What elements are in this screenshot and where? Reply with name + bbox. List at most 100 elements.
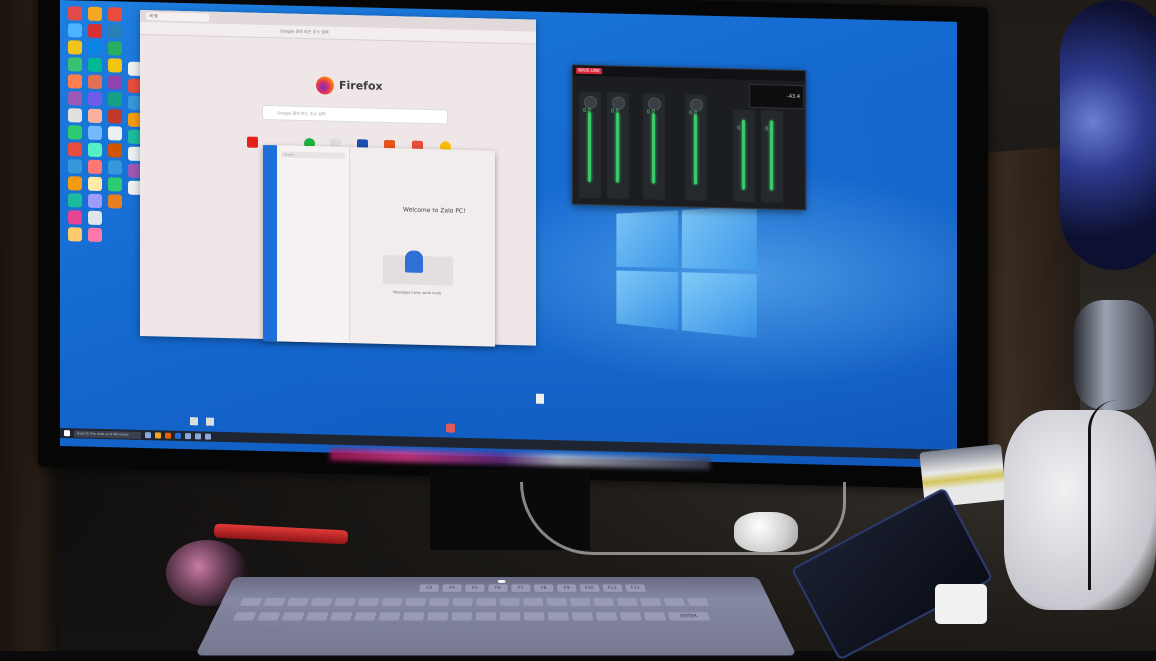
desktop-app-icon[interactable] (88, 176, 102, 192)
keyboard-key[interactable] (334, 597, 356, 606)
desktop-app-icon[interactable] (88, 108, 102, 124)
keyboard-key[interactable]: F4 (442, 584, 462, 592)
keyboard-key[interactable]: F11 (602, 584, 623, 592)
keyboard-key[interactable]: F10 (579, 584, 600, 592)
keyboard-key[interactable] (546, 597, 568, 606)
volume-fader[interactable] (742, 119, 745, 190)
desktop-app-icon[interactable] (88, 142, 102, 158)
desktop-app-icon[interactable] (88, 40, 102, 56)
desktop-app-icon[interactable] (68, 210, 82, 225)
keyboard-key[interactable] (523, 597, 544, 606)
volume-fader[interactable] (616, 112, 619, 183)
taskbar-app-icon[interactable] (195, 433, 201, 440)
firefox-icon[interactable] (165, 432, 171, 439)
taskbar-app-icon[interactable] (145, 432, 151, 439)
keyboard-key[interactable] (427, 612, 449, 621)
keyboard-key[interactable] (239, 597, 263, 606)
volume-fader[interactable] (652, 113, 655, 184)
keyboard-key[interactable] (593, 597, 615, 606)
desktop-app-icon[interactable] (88, 193, 102, 209)
desktop-app-icon[interactable] (206, 417, 214, 426)
keyboard-key[interactable] (310, 597, 333, 606)
keyboard-key[interactable] (595, 612, 618, 621)
keyboard-key[interactable] (571, 612, 594, 621)
desktop-app-icon[interactable] (68, 159, 82, 174)
desktop-app-icon[interactable] (108, 75, 122, 90)
keyboard-key[interactable] (619, 612, 642, 621)
keyboard-key[interactable]: F6 (488, 584, 508, 592)
keyboard-key[interactable]: F5 (465, 584, 485, 592)
desktop-app-icon[interactable] (108, 160, 122, 175)
taskbar-search-input[interactable]: Search the web and Windows (74, 429, 141, 439)
desktop-app-icon[interactable] (108, 58, 122, 73)
taskbar-app-icon[interactable] (185, 433, 191, 440)
desktop-app-icon[interactable] (88, 6, 102, 22)
desktop-app-icon[interactable] (68, 176, 82, 191)
desktop-app-icon[interactable] (88, 91, 102, 107)
desktop-app-icon[interactable] (68, 40, 82, 55)
desktop-app-icon[interactable] (108, 41, 122, 56)
keyboard-key[interactable] (357, 597, 380, 606)
keyboard-key[interactable] (663, 597, 686, 606)
firefox-search-input[interactable]: Google 검색 또는 주소 입력 (262, 104, 448, 125)
enter-key[interactable]: ENTER (667, 612, 711, 621)
desktop-app-icon[interactable] (68, 125, 82, 140)
keyboard-key[interactable] (452, 597, 473, 606)
keyboard-key[interactable] (286, 597, 310, 606)
desktop-app-icon[interactable] (88, 74, 102, 90)
youtube-shortcut-icon[interactable] (247, 136, 258, 148)
keyboard-key[interactable] (476, 597, 496, 606)
keyboard-key[interactable] (405, 597, 426, 606)
desktop-app-icon[interactable] (68, 23, 82, 38)
keyboard-key[interactable] (232, 612, 257, 621)
desktop-app-icon[interactable] (108, 7, 122, 22)
desktop-app-icon[interactable] (68, 193, 82, 208)
keyboard-key[interactable] (381, 597, 403, 606)
keyboard-key[interactable] (428, 597, 450, 606)
taskbar-app-icon[interactable] (205, 433, 211, 440)
keyboard-key[interactable] (354, 612, 377, 621)
keyboard-key[interactable] (378, 612, 401, 621)
keyboard-key[interactable]: F9 (556, 584, 577, 592)
desktop-app-icon[interactable] (68, 57, 82, 72)
desktop-app-icon[interactable] (88, 57, 102, 73)
desktop-app-icon[interactable] (190, 417, 198, 426)
desktop-app-icon[interactable] (88, 125, 102, 141)
keyboard-key[interactable] (639, 597, 662, 606)
desktop-file-icon[interactable] (536, 393, 544, 404)
desktop-app-icon[interactable] (68, 74, 82, 89)
desktop-app-icon[interactable] (108, 24, 122, 39)
keyboard-key[interactable] (523, 612, 545, 621)
keyboard-key[interactable]: F12 (625, 584, 647, 592)
folder-icon[interactable] (155, 432, 161, 439)
desktop-app-icon[interactable] (68, 142, 82, 157)
keyboard-key[interactable]: F3 (419, 584, 440, 592)
keyboard-key[interactable] (329, 612, 353, 621)
keyboard-key[interactable] (686, 597, 710, 606)
desktop-app-icon[interactable] (68, 108, 82, 123)
desktop-app-icon[interactable] (108, 126, 122, 141)
desktop-app-icon[interactable] (108, 143, 122, 158)
desktop-app-icon[interactable] (108, 109, 122, 124)
desktop-app-icon[interactable] (68, 6, 82, 21)
keyboard-key[interactable] (547, 612, 569, 621)
keyboard-key[interactable] (257, 612, 281, 621)
keyboard-key[interactable] (475, 612, 496, 621)
keyboard-key[interactable] (499, 612, 521, 621)
keyboard-key[interactable] (263, 597, 286, 606)
zalo-search-input[interactable]: Search (281, 151, 345, 159)
keyboard-key[interactable] (499, 597, 520, 606)
desktop-app-icon[interactable] (108, 177, 122, 192)
desktop-app-icon[interactable] (88, 23, 102, 39)
keyboard-key[interactable] (616, 597, 639, 606)
desktop-app-icon[interactable] (88, 227, 102, 243)
volume-fader[interactable] (770, 120, 773, 191)
desktop-app-icon[interactable] (68, 91, 82, 106)
zalo-icon[interactable] (175, 432, 181, 439)
keyboard-key[interactable] (569, 597, 591, 606)
keyboard-key[interactable] (402, 612, 425, 621)
desktop-app-icon[interactable] (446, 423, 455, 433)
desktop-app-icon[interactable] (108, 194, 122, 209)
volume-fader[interactable] (694, 114, 697, 185)
desktop-app-icon[interactable] (88, 210, 102, 226)
